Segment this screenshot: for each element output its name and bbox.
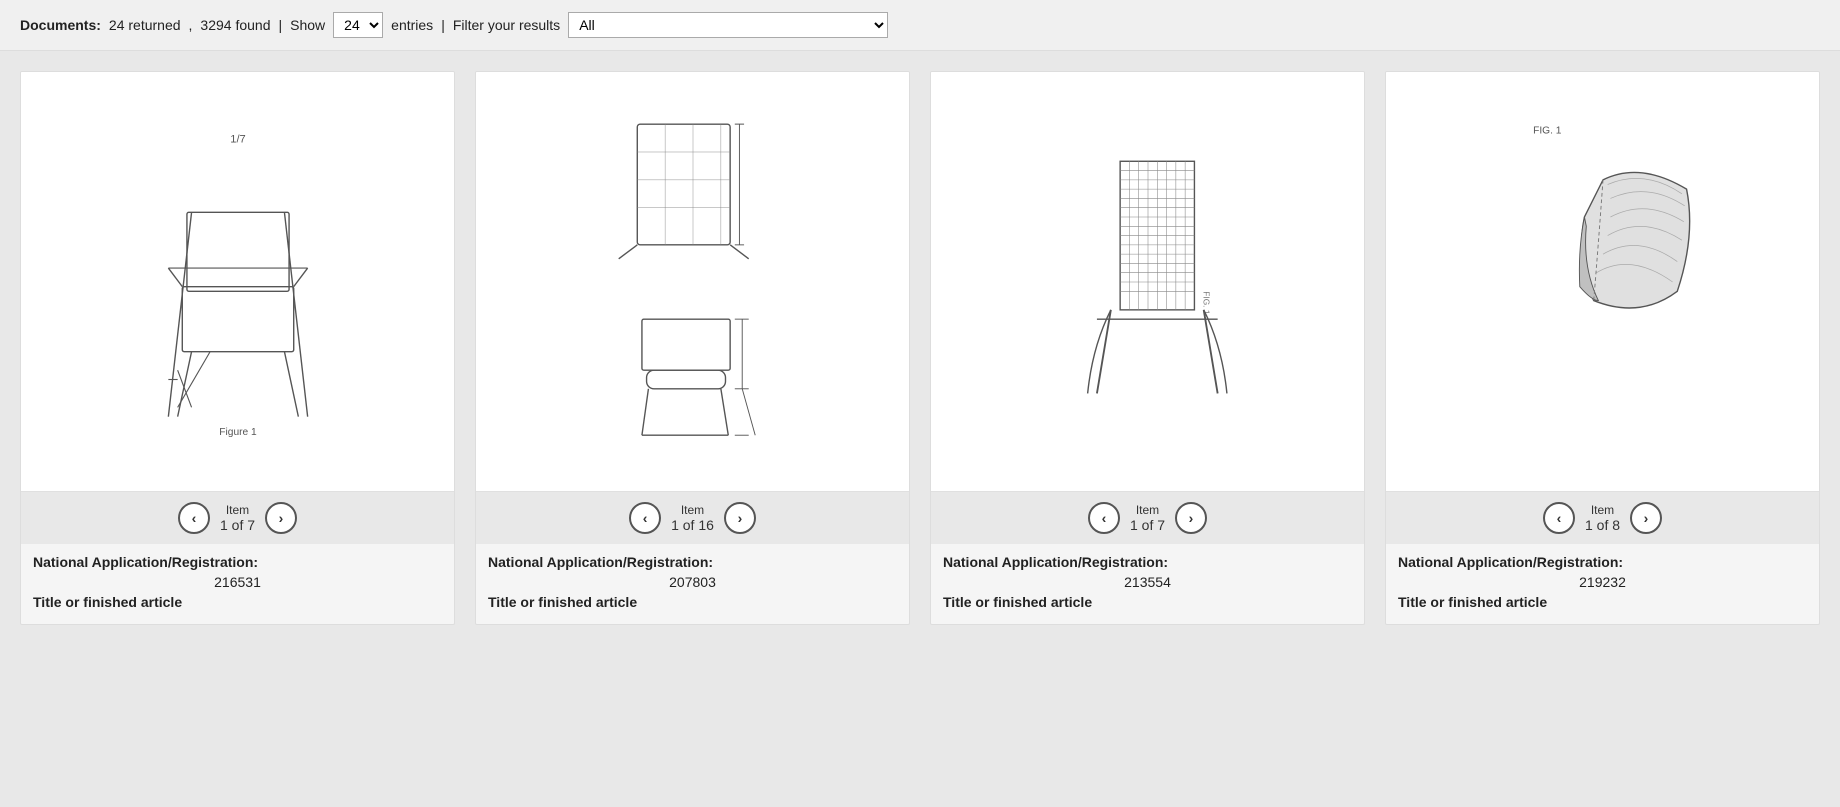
card-2-next-button[interactable]: ›	[724, 502, 756, 534]
filter-label: Filter your results	[453, 17, 560, 33]
card-4-subtitle: Title or finished article	[1398, 594, 1807, 610]
separator-2: |	[278, 17, 282, 33]
card-1-item-label: Item 1 of 7	[220, 503, 255, 533]
card-3-title: National Application/Registration:	[943, 554, 1352, 570]
card-2-prev-button[interactable]: ‹	[629, 502, 661, 534]
svg-text:1/7: 1/7	[230, 133, 245, 145]
card-4-info: National Application/Registration: 21923…	[1386, 544, 1819, 624]
card-4-nav: ‹ Item 1 of 8 ›	[1386, 492, 1819, 544]
top-bar: Documents: 24 returned , 3294 found | Sh…	[0, 0, 1840, 51]
card-4-title: National Application/Registration:	[1398, 554, 1807, 570]
show-select[interactable]: 24 48 96	[333, 12, 383, 38]
entries-label: entries	[391, 17, 433, 33]
show-label: Show	[290, 17, 325, 33]
card-3-item-label: Item 1 of 7	[1130, 503, 1165, 533]
card-1-info: National Application/Registration: 21653…	[21, 544, 454, 624]
cards-grid: 1/7	[0, 51, 1840, 645]
svg-text:FIG. 1: FIG. 1	[1533, 125, 1562, 136]
documents-label: Documents:	[20, 17, 101, 33]
card-4-prev-button[interactable]: ‹	[1543, 502, 1575, 534]
card-1-nav: ‹ Item 1 of 7 ›	[21, 492, 454, 544]
card-1-image: 1/7	[21, 72, 454, 492]
svg-text:Figure 1: Figure 1	[219, 427, 257, 438]
card-4-image: FIG. 1	[1386, 72, 1819, 492]
card-3-next-button[interactable]: ›	[1175, 502, 1207, 534]
card-2-title: National Application/Registration:	[488, 554, 897, 570]
found-count: 3294 found	[200, 17, 270, 33]
card-1-next-button[interactable]: ›	[265, 502, 297, 534]
card-2-reg: 207803	[488, 574, 897, 590]
card-3-nav: ‹ Item 1 of 7 ›	[931, 492, 1364, 544]
card-4-reg: 219232	[1398, 574, 1807, 590]
card-4-svg: FIG. 1	[1473, 102, 1733, 462]
card-3-info: National Application/Registration: 21355…	[931, 544, 1364, 624]
card-3: FIG. 1	[930, 71, 1365, 625]
card-2: ‹ Item 1 of 16 › National Application/Re…	[475, 71, 910, 625]
card-1-reg: 216531	[33, 574, 442, 590]
filter-select[interactable]: All	[568, 12, 888, 38]
card-1-prev-button[interactable]: ‹	[178, 502, 210, 534]
card-1: 1/7	[20, 71, 455, 625]
card-2-svg	[563, 102, 823, 462]
card-2-item-label: Item 1 of 16	[671, 503, 714, 533]
card-3-reg: 213554	[943, 574, 1352, 590]
card-4-next-button[interactable]: ›	[1630, 502, 1662, 534]
card-2-info: National Application/Registration: 20780…	[476, 544, 909, 624]
card-3-subtitle: Title or finished article	[943, 594, 1352, 610]
card-1-subtitle: Title or finished article	[33, 594, 442, 610]
card-1-svg: 1/7	[108, 112, 368, 452]
card-3-prev-button[interactable]: ‹	[1088, 502, 1120, 534]
card-2-subtitle: Title or finished article	[488, 594, 897, 610]
card-3-image: FIG. 1	[931, 72, 1364, 492]
card-4: FIG. 1 ‹ Item 1 of 8	[1385, 71, 1820, 625]
card-1-title: National Application/Registration:	[33, 554, 442, 570]
card-2-nav: ‹ Item 1 of 16 ›	[476, 492, 909, 544]
card-4-item-label: Item 1 of 8	[1585, 503, 1620, 533]
separator-1: ,	[189, 17, 193, 33]
returned-count: 24 returned	[109, 17, 181, 33]
card-3-svg: FIG. 1	[1018, 102, 1278, 462]
card-2-image	[476, 72, 909, 492]
separator-3: |	[441, 17, 445, 33]
